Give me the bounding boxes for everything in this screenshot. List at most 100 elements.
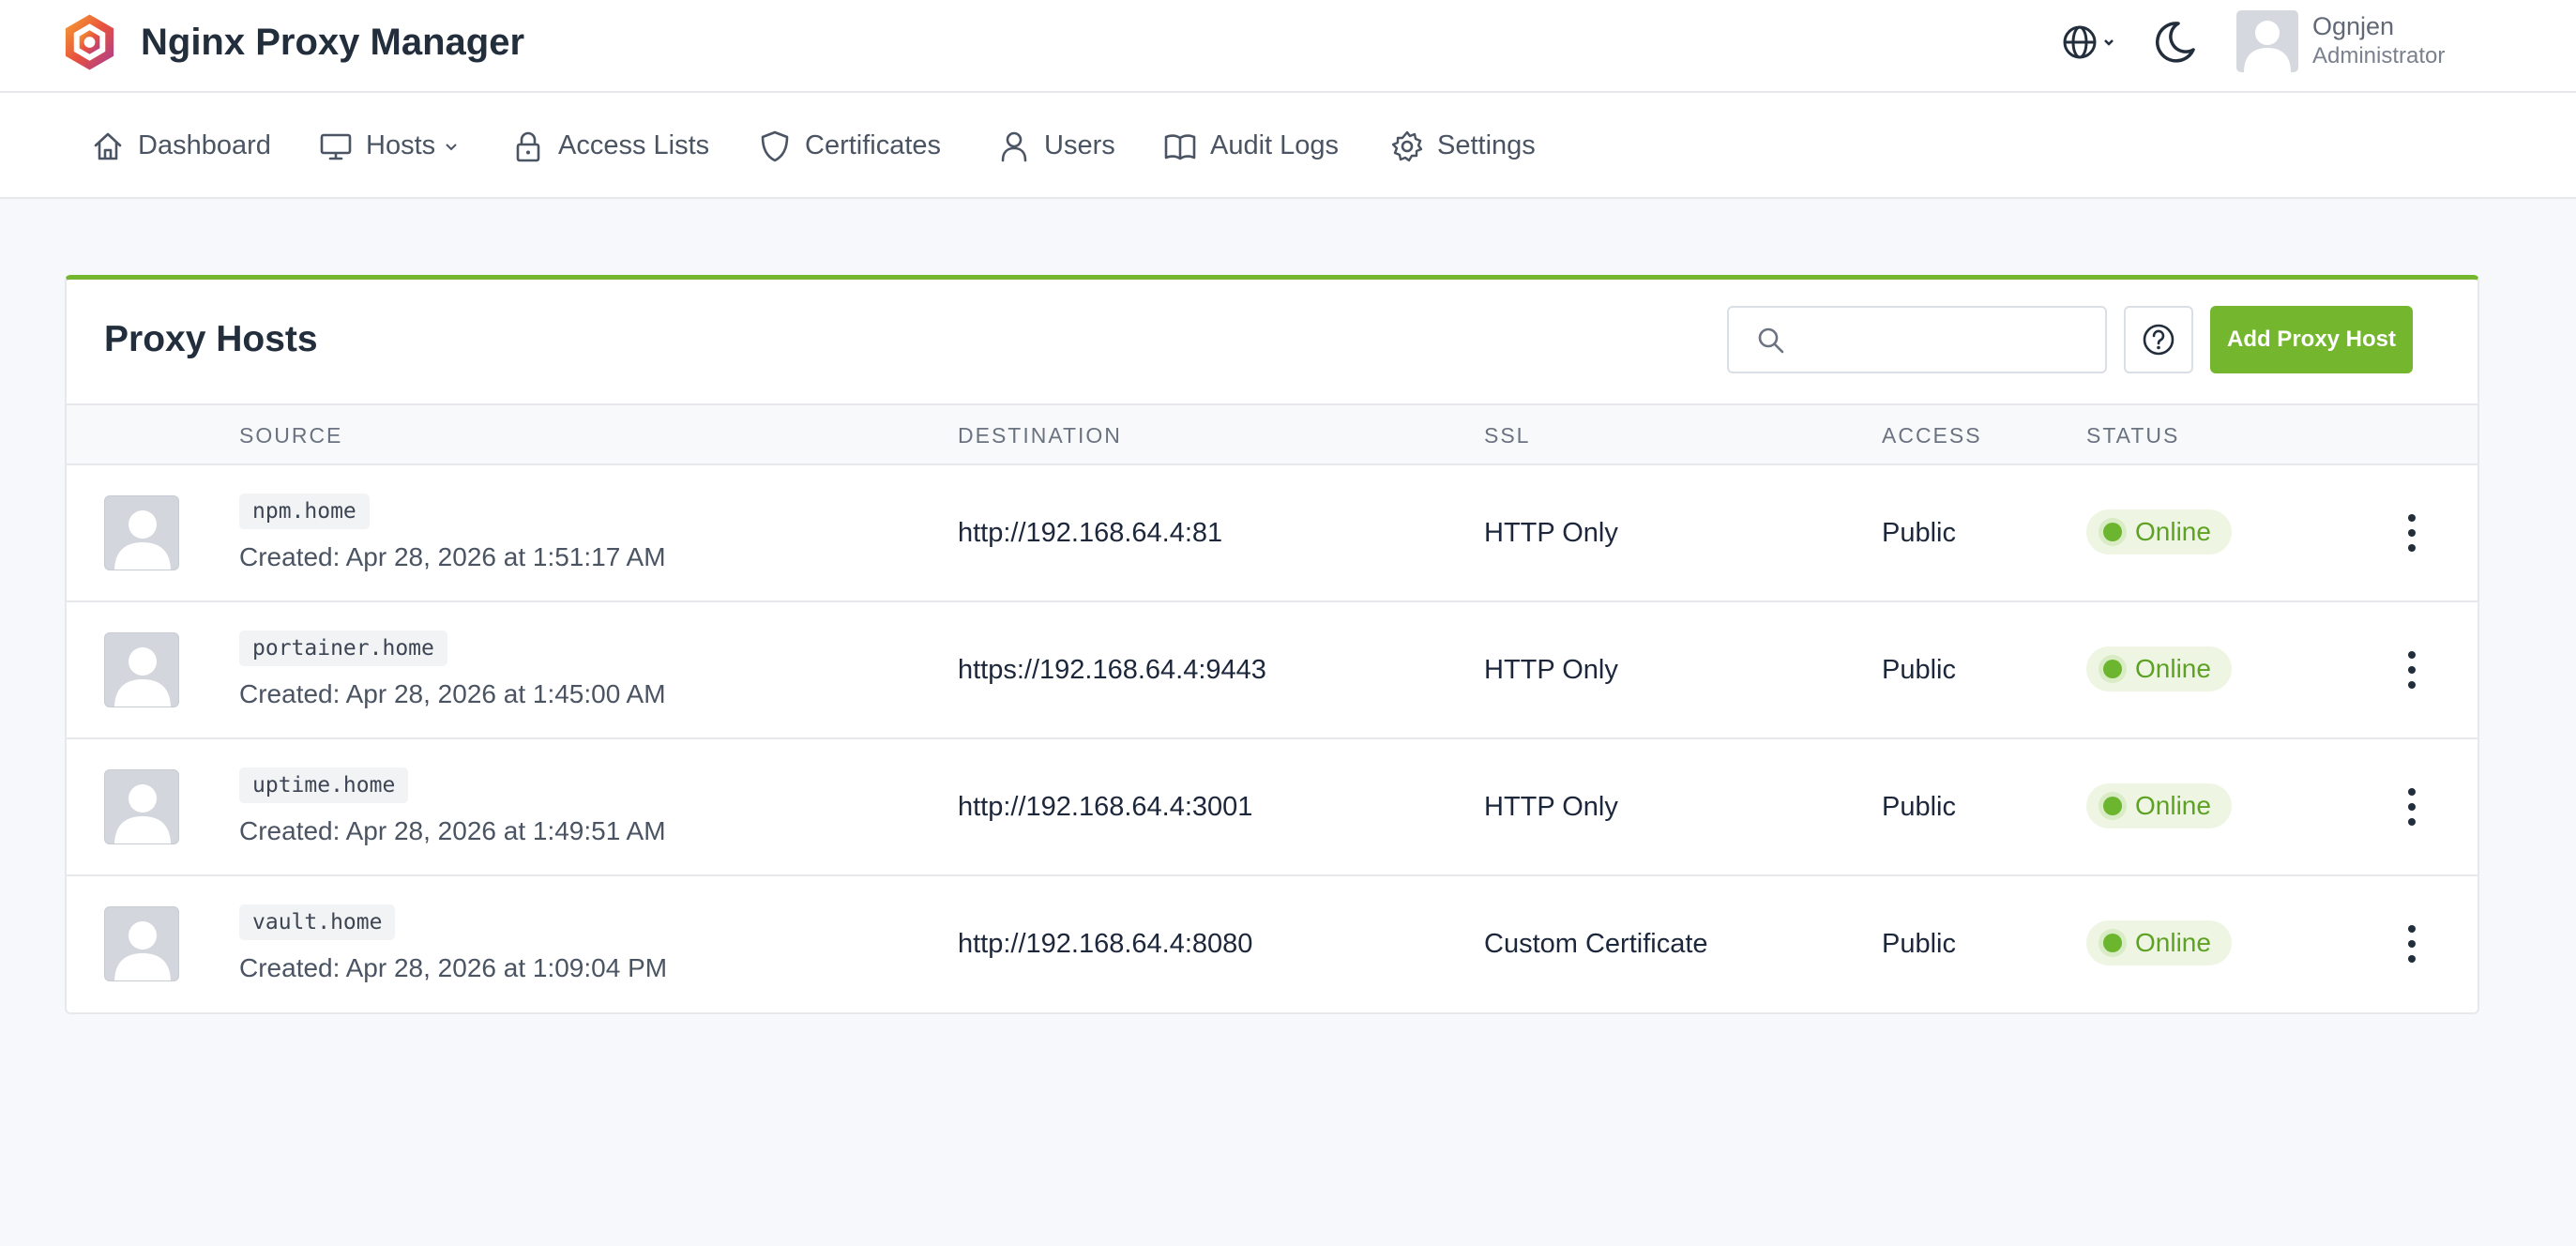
access-type: Public — [1882, 518, 1956, 548]
user-silhouette-icon — [114, 510, 171, 570]
nav-item-label: Access Lists — [558, 130, 710, 160]
nav-item-access-lists[interactable]: Access Lists — [511, 93, 709, 199]
more-vertical-icon — [2408, 788, 2416, 826]
status-label: Online — [2135, 928, 2211, 957]
user-icon — [1001, 131, 1027, 161]
user-silhouette-icon — [114, 921, 171, 980]
owner-avatar — [104, 632, 179, 707]
created-date: Created: Apr 28, 2026 at 1:49:51 AM — [239, 816, 666, 845]
status-dot-icon — [2103, 797, 2122, 815]
ssl-type: Custom Certificate — [1484, 929, 1708, 959]
nav-item-label: Settings — [1437, 130, 1536, 160]
language-selector[interactable] — [2060, 21, 2124, 64]
status-label: Online — [2135, 654, 2211, 683]
add-proxy-host-button[interactable]: Add Proxy Host — [2210, 306, 2413, 373]
status-label: Online — [2135, 517, 2211, 546]
nav-item-label: Users — [1044, 130, 1115, 160]
gear-icon — [1391, 130, 1423, 161]
chevron-down-icon — [446, 143, 457, 150]
column-header-ssl[interactable]: SSL — [1484, 405, 1530, 465]
domain-name[interactable]: vault.home — [239, 904, 396, 940]
access-type: Public — [1882, 655, 1956, 685]
row-actions-button[interactable] — [2393, 918, 2431, 970]
book-icon — [1164, 133, 1196, 160]
nav-item-label: Hosts — [366, 130, 436, 160]
destination: http://192.168.64.4:3001 — [958, 792, 1253, 822]
main-navigation: Dashboard Hosts Access Lists Certificate… — [0, 93, 2576, 199]
user-silhouette-icon — [114, 647, 171, 707]
status-dot-icon — [2103, 523, 2122, 541]
nav-item-label: Certificates — [805, 130, 942, 160]
nav-item-audit-logs[interactable]: Audit Logs — [1163, 93, 1339, 199]
user-silhouette-icon — [114, 784, 171, 843]
search-icon — [1758, 327, 1784, 354]
column-header-status[interactable]: STATUS — [2086, 405, 2179, 465]
row-actions-button[interactable] — [2393, 781, 2431, 833]
status-badge: Online — [2086, 509, 2232, 555]
owner-avatar — [104, 769, 179, 844]
owner-avatar — [104, 906, 179, 981]
shield-icon — [761, 130, 789, 161]
question-circle-icon — [2143, 324, 2174, 356]
ssl-type: HTTP Only — [1484, 792, 1618, 822]
ssl-type: HTTP Only — [1484, 518, 1618, 548]
status-badge: Online — [2086, 920, 2232, 965]
user-name[interactable]: Ognjen — [2312, 10, 2394, 42]
status-badge: Online — [2086, 646, 2232, 691]
user-role: Administrator — [2312, 43, 2446, 68]
created-date: Created: Apr 28, 2026 at 1:45:00 AM — [239, 679, 666, 708]
nav-item-certificates[interactable]: Certificates — [758, 93, 941, 199]
domain-name[interactable]: npm.home — [239, 494, 370, 529]
column-header-destination[interactable]: DESTINATION — [958, 405, 1122, 465]
destination: https://192.168.64.4:9443 — [958, 655, 1266, 685]
access-type: Public — [1882, 929, 1956, 959]
nav-item-settings[interactable]: Settings — [1390, 93, 1536, 199]
destination: http://192.168.64.4:8080 — [958, 929, 1253, 959]
dark-mode-toggle[interactable] — [2152, 19, 2197, 66]
status-dot-icon — [2103, 934, 2122, 952]
monitor-icon — [320, 133, 352, 160]
more-vertical-icon — [2408, 925, 2416, 963]
top-header: Nginx Proxy Manager Ognjen Administrator — [0, 0, 2576, 93]
user-silhouette-icon — [2244, 21, 2291, 72]
more-vertical-icon — [2408, 514, 2416, 552]
nav-item-label: Dashboard — [138, 130, 271, 160]
nav-item-users[interactable]: Users — [997, 93, 1115, 199]
domain-name[interactable]: uptime.home — [239, 767, 409, 803]
access-type: Public — [1882, 792, 1956, 822]
more-vertical-icon — [2408, 651, 2416, 689]
search-field[interactable] — [1727, 306, 2107, 373]
destination: http://192.168.64.4:81 — [958, 518, 1223, 548]
home-icon — [94, 132, 122, 160]
table-header: SOURCE DESTINATION SSL ACCESS STATUS — [67, 403, 2478, 465]
column-header-access[interactable]: ACCESS — [1882, 405, 1982, 465]
nav-item-dashboard[interactable]: Dashboard — [91, 93, 271, 199]
table-row[interactable]: npm.home Created: Apr 28, 2026 at 1:51:1… — [67, 465, 2478, 602]
nav-item-label: Audit Logs — [1210, 130, 1340, 160]
status-badge: Online — [2086, 783, 2232, 828]
table-row[interactable]: vault.home Created: Apr 28, 2026 at 1:09… — [67, 876, 2478, 1012]
app-title[interactable]: Nginx Proxy Manager — [141, 16, 524, 68]
moon-icon — [2155, 22, 2195, 63]
table-row[interactable]: portainer.home Created: Apr 28, 2026 at … — [67, 602, 2478, 739]
owner-avatar — [104, 495, 179, 570]
created-date: Created: Apr 28, 2026 at 1:51:17 AM — [239, 542, 666, 571]
user-avatar[interactable] — [2236, 10, 2298, 72]
search-input[interactable] — [1795, 317, 2095, 362]
nav-item-hosts[interactable]: Hosts — [319, 93, 462, 199]
nginx-proxy-manager-logo-icon[interactable] — [59, 11, 120, 73]
globe-icon — [2063, 25, 2114, 59]
card-title: Proxy Hosts — [104, 319, 318, 359]
status-dot-icon — [2103, 660, 2122, 678]
column-header-source[interactable]: SOURCE — [239, 405, 342, 465]
domain-name[interactable]: portainer.home — [239, 631, 447, 666]
created-date: Created: Apr 28, 2026 at 1:09:04 PM — [239, 953, 668, 982]
row-actions-button[interactable] — [2393, 644, 2431, 696]
status-label: Online — [2135, 791, 2211, 820]
row-actions-button[interactable] — [2393, 507, 2431, 559]
ssl-type: HTTP Only — [1484, 655, 1618, 685]
help-button[interactable] — [2124, 306, 2193, 373]
lock-icon — [516, 131, 540, 161]
proxy-hosts-card: Proxy Hosts Add Proxy Host SOURCE DESTIN… — [65, 275, 2479, 1014]
table-row[interactable]: uptime.home Created: Apr 28, 2026 at 1:4… — [67, 739, 2478, 876]
